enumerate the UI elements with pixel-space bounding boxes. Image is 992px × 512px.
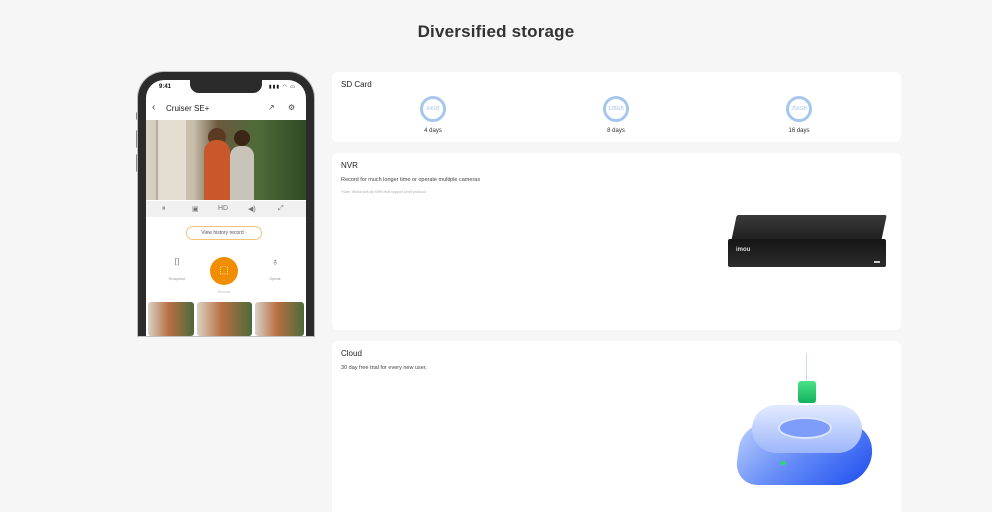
record-button[interactable]: ⬚: [210, 257, 238, 285]
history-record-label: View history record: [201, 230, 244, 236]
recording-thumbnail[interactable]: [255, 302, 304, 336]
history-record-button[interactable]: View history record ›: [186, 226, 262, 240]
recording-thumbnail[interactable]: [148, 302, 194, 336]
cloud-panel: Cloud 30 day free trial for every new us…: [332, 341, 901, 512]
person-head: [234, 130, 250, 146]
data-cube-icon: [798, 381, 816, 403]
live-video-feed[interactable]: [146, 120, 306, 200]
page-title: Diversified storage: [417, 22, 575, 41]
sd-option: 128GB 8 days: [586, 96, 646, 134]
pause-icon[interactable]: ⏸: [162, 205, 166, 213]
phone-mockup: 9:41 ▮▮▮ ◠ ▭ ‹ Cruiser SE+ ↗ ⚙ ⏸ ▣ HD ◀)…: [138, 72, 314, 336]
speak-label: Speak: [269, 276, 281, 281]
recording-thumbnail[interactable]: [197, 302, 252, 336]
sd-card-panel: SD Card 64GB 4 days 128GB 8 days 256GB 1…: [332, 72, 901, 142]
phone-notch: [190, 80, 262, 93]
nvr-description: Record for much longer time or operate m…: [341, 177, 481, 183]
days-label: 8 days: [607, 128, 625, 134]
sd-option: 256GB 16 days: [769, 96, 829, 134]
days-label: 16 days: [788, 128, 810, 134]
capacity-ring: 256GB: [786, 96, 812, 122]
video-icon: ⬚: [219, 265, 229, 276]
snapshot-button[interactable]: ⌷ Snapshot: [157, 256, 197, 281]
status-icons: ▮▮▮ ◠ ▭: [268, 84, 296, 90]
nvr-top-surface: [731, 215, 887, 241]
microphone-icon: ♁: [271, 257, 279, 268]
phone-screen: 9:41 ▮▮▮ ◠ ▭ ‹ Cruiser SE+ ↗ ⚙ ⏸ ▣ HD ◀)…: [146, 80, 306, 336]
nvr-title: NVR: [341, 161, 358, 170]
screenshot-icon[interactable]: ▣: [192, 205, 199, 213]
capacity-label: 128GB: [608, 106, 624, 112]
person-body: [230, 146, 254, 200]
nvr-indicator: [874, 261, 880, 263]
door-image: [156, 120, 186, 200]
share-icon[interactable]: ↗: [268, 103, 275, 112]
camera-icon: ⌷: [174, 257, 180, 268]
record-label: Record: [217, 289, 231, 294]
recording-thumbnails: [146, 302, 306, 336]
chevron-right-icon: ›: [245, 230, 247, 236]
light-beam: [806, 353, 807, 381]
snapshot-label: Snapshot: [168, 276, 186, 281]
app-header: ‹ Cruiser SE+ ↗ ⚙: [146, 102, 306, 118]
days-label: 4 days: [424, 128, 442, 134]
nvr-front-panel: imou: [728, 239, 886, 267]
cloud-title: Cloud: [341, 349, 362, 358]
cloud-storage-illustration: [732, 351, 882, 501]
capacity-label: 64GB: [426, 106, 440, 112]
cloud-description: 30 day free trial for every new user.: [341, 365, 427, 371]
nvr-device-image: imou: [728, 215, 887, 267]
imou-logo: imou: [736, 247, 751, 253]
person-body: [204, 140, 230, 200]
fullscreen-icon[interactable]: ⤢: [278, 205, 284, 213]
sd-card-title: SD Card: [341, 80, 372, 89]
status-light: [780, 461, 786, 465]
cloud-slot: [778, 417, 832, 439]
device-name: Cruiser SE+: [166, 104, 210, 113]
nvr-note: *Note: Works with all NVRs that support …: [341, 190, 427, 194]
video-controls-bar: ⏸ ▣ HD ◀) ⤢: [146, 201, 306, 217]
settings-gear-icon[interactable]: ⚙: [288, 103, 295, 112]
capacity-label: 256GB: [791, 106, 807, 112]
capacity-ring: 128GB: [603, 96, 629, 122]
back-arrow-icon[interactable]: ‹: [152, 102, 155, 113]
speak-button[interactable]: ♁ Speak: [255, 256, 295, 281]
capacity-ring: 64GB: [420, 96, 446, 122]
nvr-panel: NVR Record for much longer time or opera…: [332, 153, 901, 330]
status-time: 9:41: [159, 84, 172, 90]
volume-icon[interactable]: ◀): [248, 205, 256, 213]
sd-option: 64GB 4 days: [403, 96, 463, 134]
quality-toggle[interactable]: HD: [218, 205, 228, 212]
